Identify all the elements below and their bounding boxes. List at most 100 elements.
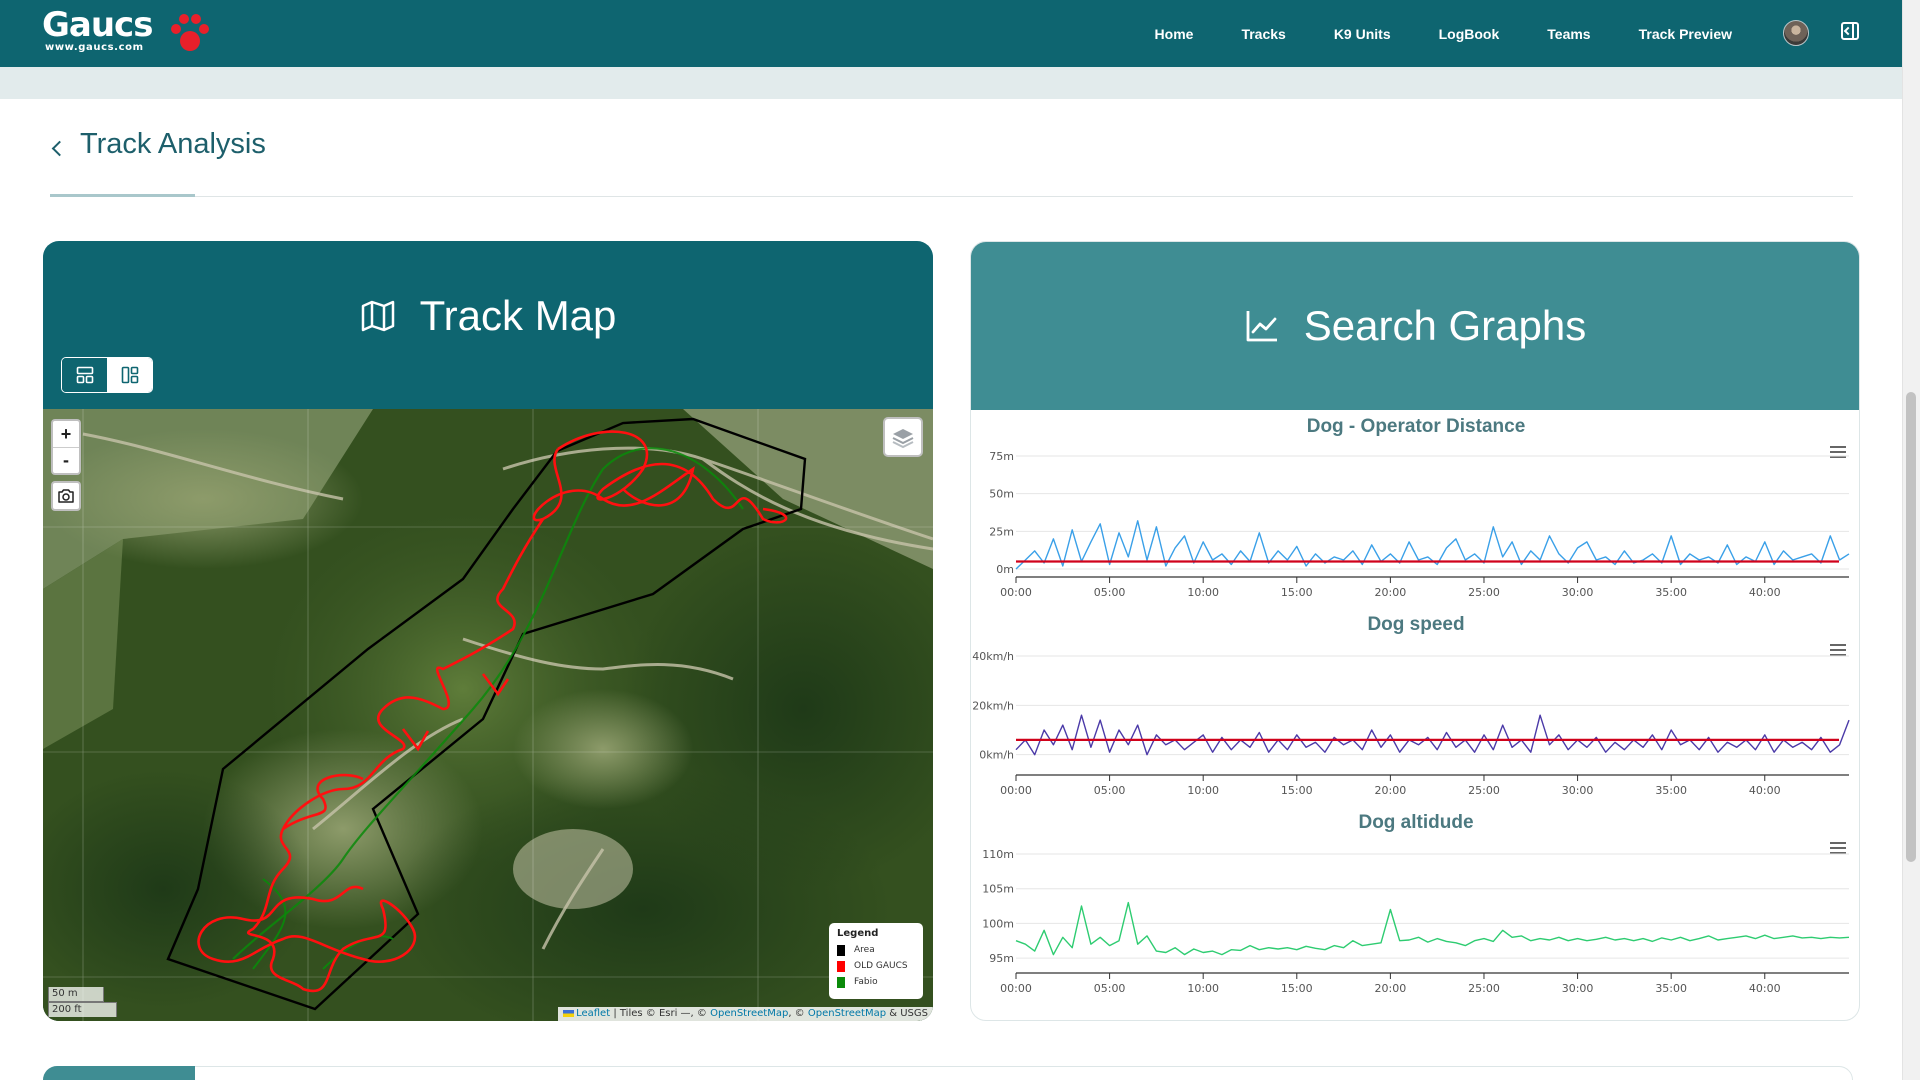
search-graphs-title: Search Graphs [1303, 302, 1587, 349]
y-tick-label: 25m [989, 525, 1014, 538]
layout-toggle [61, 357, 153, 393]
nav-home[interactable]: Home [1155, 26, 1194, 42]
layers-icon [892, 429, 914, 449]
legend-title: Legend [837, 928, 879, 939]
nav-track-preview[interactable]: Track Preview [1639, 26, 1732, 42]
x-tick-label: 10:00 [1187, 586, 1219, 599]
speed-chart: Dog speed 0km/h 20km/h 40km/h 00:00 05:00 10:… [971, 610, 1859, 808]
y-tick-label: 105m [982, 883, 1014, 896]
legend-swatch-fabio [837, 976, 845, 988]
layout-columns-icon [121, 366, 138, 384]
leaflet-link[interactable]: Leaflet [576, 1008, 610, 1019]
x-tick-label: 40:00 [1749, 982, 1781, 995]
x-tick-label: 00:00 [1000, 982, 1032, 995]
legend-label: OLD GAUCS [854, 961, 908, 971]
legend-entry: OLD GAUCS [837, 958, 915, 974]
x-tick-label: 25:00 [1468, 586, 1500, 599]
title-accent-bar [50, 194, 195, 197]
x-tick-label: 35:00 [1655, 586, 1687, 599]
track-map-header: Track Map [43, 241, 933, 391]
legend-entry: Area [837, 942, 915, 958]
user-avatar[interactable] [1783, 20, 1809, 46]
speed-plot: 0km/h 20km/h 40km/h 00:00 05:00 10:00 15:00 20:… [972, 650, 1850, 797]
x-tick-label: 05:00 [1094, 784, 1126, 797]
search-graphs-card: Search Graphs Dog - Operator Distance 0m… [970, 241, 1860, 1021]
page-scrollbar-thumb[interactable] [1906, 392, 1916, 862]
nav-tracks[interactable]: Tracks [1241, 26, 1285, 42]
camera-icon [58, 489, 74, 503]
attribution-tail: & USGS [889, 1008, 928, 1019]
x-tick-label: 00:00 [1000, 586, 1032, 599]
legend-label: Fabio [854, 977, 878, 987]
y-tick-label: 100m [982, 917, 1014, 930]
brand-url: www.gaucs.com [45, 42, 144, 53]
y-tick-label: 0km/h [979, 749, 1014, 762]
track-map-card: Track Map + - Legend Area OLD GAUCS Fabi… [43, 241, 933, 1021]
sidebar-toggle-icon[interactable] [1841, 22, 1859, 40]
screenshot-button[interactable] [51, 481, 81, 511]
scale-metric: 50 m [48, 987, 104, 1002]
paw-icon [171, 14, 209, 51]
search-graphs-header: Search Graphs [971, 242, 1859, 410]
scale-imperial: 200 ft [48, 1002, 117, 1017]
x-tick-label: 10:00 [1187, 784, 1219, 797]
top-navbar: Gaucs www.gaucs.com Home Tracks K9 Units… [0, 0, 1902, 67]
x-tick-label: 40:00 [1749, 784, 1781, 797]
zoom-out-button[interactable]: - [53, 447, 79, 473]
x-tick-label: 20:00 [1375, 982, 1407, 995]
layout-rows-button[interactable] [62, 358, 107, 392]
title-divider [50, 196, 1853, 197]
map-legend: Legend Area OLD GAUCS Fabio [829, 923, 923, 999]
x-tick-label: 20:00 [1375, 586, 1407, 599]
x-tick-label: 15:00 [1281, 982, 1313, 995]
series-line [1015, 714, 1850, 756]
x-tick-label: 35:00 [1655, 982, 1687, 995]
x-tick-label: 30:00 [1562, 784, 1594, 797]
legend-entry: Fabio [837, 974, 915, 990]
attribution-sep: , © [788, 1008, 805, 1019]
next-section-tab[interactable] [43, 1066, 195, 1080]
x-tick-label: 05:00 [1094, 982, 1126, 995]
line-chart-icon [1246, 311, 1277, 342]
nav-logbook[interactable]: LogBook [1439, 26, 1500, 42]
nav-k9-units[interactable]: K9 Units [1334, 26, 1391, 42]
altitude-chart: Dog altidude 95m 100m 105m 110m 00:00 05:00 10… [971, 808, 1859, 1006]
x-tick-label: 15:00 [1281, 586, 1313, 599]
y-tick-label: 20km/h [972, 699, 1014, 712]
satellite-map[interactable]: + - Legend Area OLD GAUCS Fabio 50 m 200… [43, 409, 933, 1021]
zoom-in-button[interactable]: + [53, 421, 79, 447]
nav-teams[interactable]: Teams [1547, 26, 1590, 42]
layers-button[interactable] [883, 417, 923, 457]
track-map-title: Track Map [419, 292, 617, 339]
osm-link-2[interactable]: OpenStreetMap [808, 1008, 886, 1019]
series-line [1015, 901, 1850, 956]
x-tick-label: 30:00 [1562, 982, 1594, 995]
brand-logo[interactable]: Gaucs www.gaucs.com [42, 8, 212, 58]
distance-plot: 0m 25m 50m 75m 00:00 05:00 10:00 15:00 20:00 25:0… [989, 450, 1850, 599]
legend-label: Area [854, 945, 875, 955]
layout-columns-button[interactable] [107, 358, 152, 392]
y-tick-label: 95m [989, 952, 1014, 965]
x-tick-label: 20:00 [1375, 784, 1407, 797]
y-tick-label: 110m [982, 848, 1014, 861]
y-tick-label: 75m [989, 450, 1014, 463]
x-tick-label: 15:00 [1281, 784, 1313, 797]
x-tick-label: 05:00 [1094, 586, 1126, 599]
altitude-plot: 95m 100m 105m 110m 00:00 05:00 10:00 15:00 20:00… [982, 848, 1850, 995]
legend-swatch-old-gaucs [837, 960, 845, 972]
subheader-bar [0, 67, 1902, 99]
distance-chart: Dog - Operator Distance 0m 25m 50m 75m 00:00… [971, 412, 1859, 610]
map-canvas [43, 409, 933, 1021]
y-tick-label: 50m [989, 488, 1014, 501]
x-tick-label: 00:00 [1000, 784, 1032, 797]
x-tick-label: 10:00 [1187, 982, 1219, 995]
attribution-tiles: | Tiles © Esri —, © [613, 1008, 707, 1019]
y-tick-label: 40km/h [972, 650, 1014, 663]
brand-word: Gaucs [42, 5, 153, 45]
y-tick-label: 0m [996, 563, 1014, 576]
layout-rows-icon [76, 366, 93, 384]
back-chevron-icon[interactable] [50, 138, 64, 158]
next-section-card [43, 1066, 1853, 1080]
osm-link[interactable]: OpenStreetMap [710, 1008, 788, 1019]
map-scale: 50 m 200 ft [48, 987, 117, 1017]
